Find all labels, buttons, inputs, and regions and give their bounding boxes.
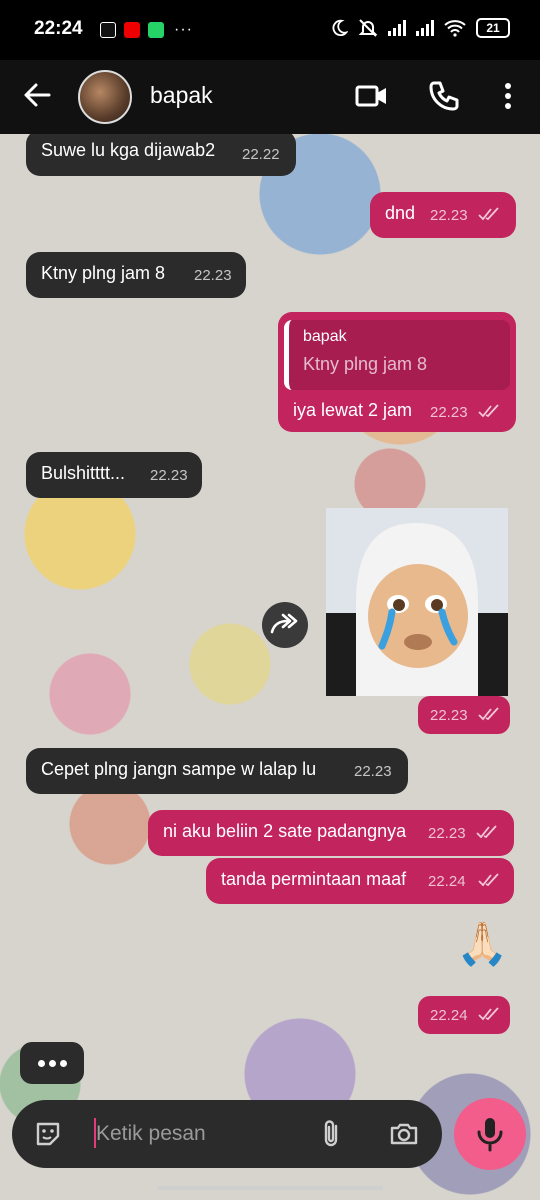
quoted-sender: bapak bbox=[303, 328, 347, 345]
message-outgoing[interactable]: tanda permintaan maaf 22.24 bbox=[206, 858, 514, 904]
avatar[interactable] bbox=[78, 70, 132, 124]
message-text: iya lewat 2 jam bbox=[293, 400, 413, 420]
message-time: 22.23 bbox=[430, 707, 468, 724]
message-outgoing-reply[interactable]: bapak Ktny plng jam 8 iya lewat 2 jam 22… bbox=[278, 312, 516, 432]
message-incoming[interactable]: Ktny plng jam 8 22.23 bbox=[26, 252, 246, 298]
image-message-time: 22.23 bbox=[418, 696, 510, 734]
system-icons: 21 bbox=[330, 18, 510, 38]
message-text: Bulshitttt... bbox=[41, 463, 126, 483]
read-ticks-icon bbox=[476, 825, 497, 839]
read-ticks-icon bbox=[478, 873, 499, 887]
message-text: Suwe lu kga dijawab2 bbox=[41, 140, 216, 160]
message-time: 22.23 bbox=[354, 763, 392, 780]
message-text: ni aku beliin 2 sate padangnya bbox=[163, 821, 407, 841]
typing-indicator bbox=[20, 1042, 84, 1084]
typing-dot-icon bbox=[60, 1060, 67, 1067]
signal-2-icon bbox=[416, 20, 434, 36]
message-time: 22.23 bbox=[430, 404, 468, 421]
message-text: Ktny plng jam 8 bbox=[41, 263, 166, 283]
status-bar: 22:24 ··· 21 bbox=[0, 0, 540, 60]
forward-button[interactable] bbox=[262, 602, 308, 648]
image-message[interactable] bbox=[326, 508, 508, 696]
chat-area[interactable]: Suwe lu kga dijawab2 22.22 dnd 22.23 Ktn… bbox=[0, 134, 540, 1200]
crying-character-image bbox=[326, 508, 508, 696]
read-ticks-icon bbox=[478, 207, 499, 221]
mute-icon bbox=[358, 19, 378, 37]
message-input[interactable]: Ketik pesan bbox=[96, 1122, 206, 1146]
status-time: 22:24 bbox=[34, 18, 83, 39]
message-time: 22.24 bbox=[428, 873, 466, 890]
sticker-icon[interactable] bbox=[32, 1118, 64, 1150]
emoji-message-time: 22.24 bbox=[418, 996, 510, 1034]
notification-icons: ··· bbox=[100, 21, 193, 39]
contact-name[interactable]: bapak bbox=[150, 82, 213, 109]
message-time: 22.23 bbox=[428, 825, 466, 842]
message-time: 22.24 bbox=[430, 1007, 468, 1024]
message-text: dnd bbox=[385, 203, 416, 223]
chat-header: bapak bbox=[0, 60, 540, 134]
wifi-icon bbox=[444, 20, 466, 37]
whatsapp-icon bbox=[148, 22, 164, 38]
message-incoming[interactable]: Cepet plng jangn sampe w lalap lu 22.23 bbox=[26, 748, 408, 794]
quoted-text: Ktny plng jam 8 bbox=[303, 354, 428, 374]
quoted-message[interactable]: bapak Ktny plng jam 8 bbox=[284, 320, 510, 390]
battery-icon: 21 bbox=[476, 18, 510, 38]
voice-record-button[interactable] bbox=[454, 1098, 526, 1170]
back-arrow-icon[interactable] bbox=[22, 80, 52, 110]
message-outgoing[interactable]: dnd 22.23 bbox=[370, 192, 516, 238]
video-call-icon[interactable] bbox=[354, 78, 390, 114]
read-ticks-icon bbox=[478, 1007, 499, 1021]
read-ticks-icon bbox=[478, 404, 499, 418]
message-incoming[interactable]: Suwe lu kga dijawab2 22.22 bbox=[26, 134, 296, 176]
more-notifications-icon: ··· bbox=[174, 21, 193, 38]
read-ticks-icon bbox=[478, 707, 499, 721]
message-time: 22.22 bbox=[242, 146, 280, 163]
message-incoming[interactable]: Bulshitttt... 22.23 bbox=[26, 452, 202, 498]
attach-icon[interactable] bbox=[316, 1118, 348, 1150]
folded-hands-emoji[interactable]: 🙏🏻 bbox=[456, 920, 508, 969]
youtube-icon bbox=[124, 22, 140, 38]
tiktok-icon bbox=[100, 22, 116, 38]
message-text: Cepet plng jangn sampe w lalap lu bbox=[41, 759, 317, 779]
home-indicator[interactable] bbox=[157, 1186, 383, 1190]
signal-1-icon bbox=[388, 20, 406, 36]
message-time: 22.23 bbox=[430, 207, 468, 224]
message-time: 22.23 bbox=[194, 267, 232, 284]
typing-dot-icon bbox=[49, 1060, 56, 1067]
mic-icon bbox=[477, 1118, 503, 1152]
forward-icon bbox=[270, 613, 298, 634]
message-text: tanda permintaan maaf bbox=[221, 869, 407, 889]
typing-dot-icon bbox=[38, 1060, 45, 1067]
camera-icon[interactable] bbox=[388, 1118, 420, 1150]
dnd-moon-icon bbox=[332, 19, 348, 37]
message-input-bar[interactable]: Ketik pesan bbox=[12, 1100, 442, 1168]
more-options-icon[interactable] bbox=[490, 78, 526, 114]
message-outgoing[interactable]: ni aku beliin 2 sate padangnya 22.23 bbox=[148, 810, 514, 856]
message-time: 22.23 bbox=[150, 467, 188, 484]
phone-icon[interactable] bbox=[426, 78, 462, 114]
